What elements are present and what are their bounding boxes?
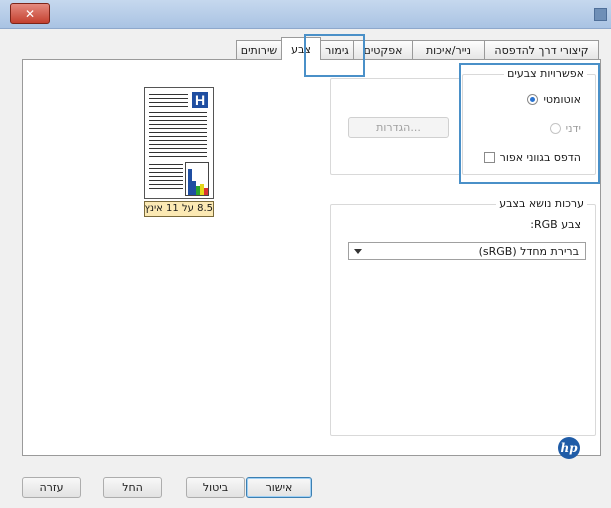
preview-line: [149, 180, 183, 181]
grayscale-label: הדפס בגווני אפור: [499, 151, 581, 164]
preview-line: [149, 136, 207, 137]
tab-paper-quality[interactable]: נייר/איכות: [412, 40, 485, 59]
manual-radio[interactable]: [549, 123, 561, 134]
preview-line: [149, 124, 207, 125]
ok-button[interactable]: אישור: [246, 477, 312, 498]
cancel-button[interactable]: ביטול: [186, 477, 245, 498]
preview-line: [149, 152, 207, 153]
color-tab-panel: H 8.5 על 11 אינץ' הגדרות... אפשרויות צבע…: [22, 59, 601, 459]
tab-color[interactable]: צבע: [281, 37, 321, 60]
paper-size-label: 8.5 על 11 אינץ': [144, 201, 214, 217]
preview-line: [149, 98, 188, 99]
preview-bar: [204, 188, 208, 195]
rgb-color-select[interactable]: ברירת מחדל (sRGB): [348, 242, 586, 260]
grayscale-checkbox[interactable]: [483, 152, 495, 163]
preview-line: [149, 116, 207, 117]
close-icon: ✕: [24, 6, 36, 21]
close-button[interactable]: ✕: [10, 3, 50, 24]
preview-bar-chart: [185, 162, 209, 196]
preview-line: [149, 94, 188, 95]
title-bar: ✕: [0, 0, 611, 29]
preview-line: [149, 184, 183, 185]
preview-line: [149, 106, 188, 107]
page-preview: H: [144, 87, 214, 199]
preview-line: [149, 172, 183, 173]
preview-line: [149, 164, 183, 165]
help-button[interactable]: עזרה: [22, 477, 81, 498]
rgb-color-value: ברירת מחדל (sRGB): [478, 245, 579, 258]
manual-option[interactable]: ידני: [549, 122, 581, 135]
preview-line: [149, 148, 207, 149]
rgb-color-label-row: צבע RGB:: [530, 218, 581, 231]
color-options-title: אפשרויות צבעים: [504, 67, 587, 80]
color-themes-group: ערכות נושא בצבע צבע RGB: ברירת מחדל (sRG…: [330, 197, 596, 436]
preview-line: [149, 132, 207, 133]
tab-services[interactable]: שירותים: [236, 40, 282, 59]
preview-logo: H: [192, 92, 208, 108]
color-themes-title: ערכות נושא בצבע: [496, 197, 587, 210]
preview-line: [149, 144, 207, 145]
preview-line: [149, 156, 207, 157]
automatic-label: אוטומטי: [543, 93, 581, 106]
preview-line: [149, 128, 207, 129]
automatic-option[interactable]: אוטומטי: [527, 93, 581, 106]
preview-line: [149, 140, 207, 141]
preview-line: [149, 168, 183, 169]
preview-line: [149, 120, 207, 121]
apply-button[interactable]: החל: [103, 477, 162, 498]
window-title: [411, 7, 591, 21]
preview-line: [149, 176, 183, 177]
preview-line: [149, 112, 207, 113]
preview-line: [149, 102, 188, 103]
manual-label: ידני: [565, 122, 581, 135]
tab-printing-shortcuts[interactable]: קיצורי דרך להדפסה: [484, 40, 599, 59]
tab-effects[interactable]: אפקטים: [353, 40, 413, 59]
tab-finishing[interactable]: גימור: [320, 40, 354, 59]
rgb-color-label: צבע RGB:: [530, 218, 581, 231]
grayscale-option[interactable]: הדפס בגווני אפור: [483, 151, 581, 164]
chevron-down-icon: [354, 249, 362, 254]
color-options-group: אפשרויות צבעים אוטומטי ידני הדפס בגווני …: [462, 67, 596, 175]
printer-icon: [594, 8, 607, 21]
preview-line: [149, 188, 183, 189]
hp-logo: hp: [558, 437, 580, 459]
settings-button[interactable]: הגדרות...: [348, 117, 449, 138]
automatic-radio[interactable]: [527, 94, 539, 105]
tab-strip: קיצורי דרך להדפסה נייר/איכות אפקטים גימו…: [236, 35, 599, 60]
